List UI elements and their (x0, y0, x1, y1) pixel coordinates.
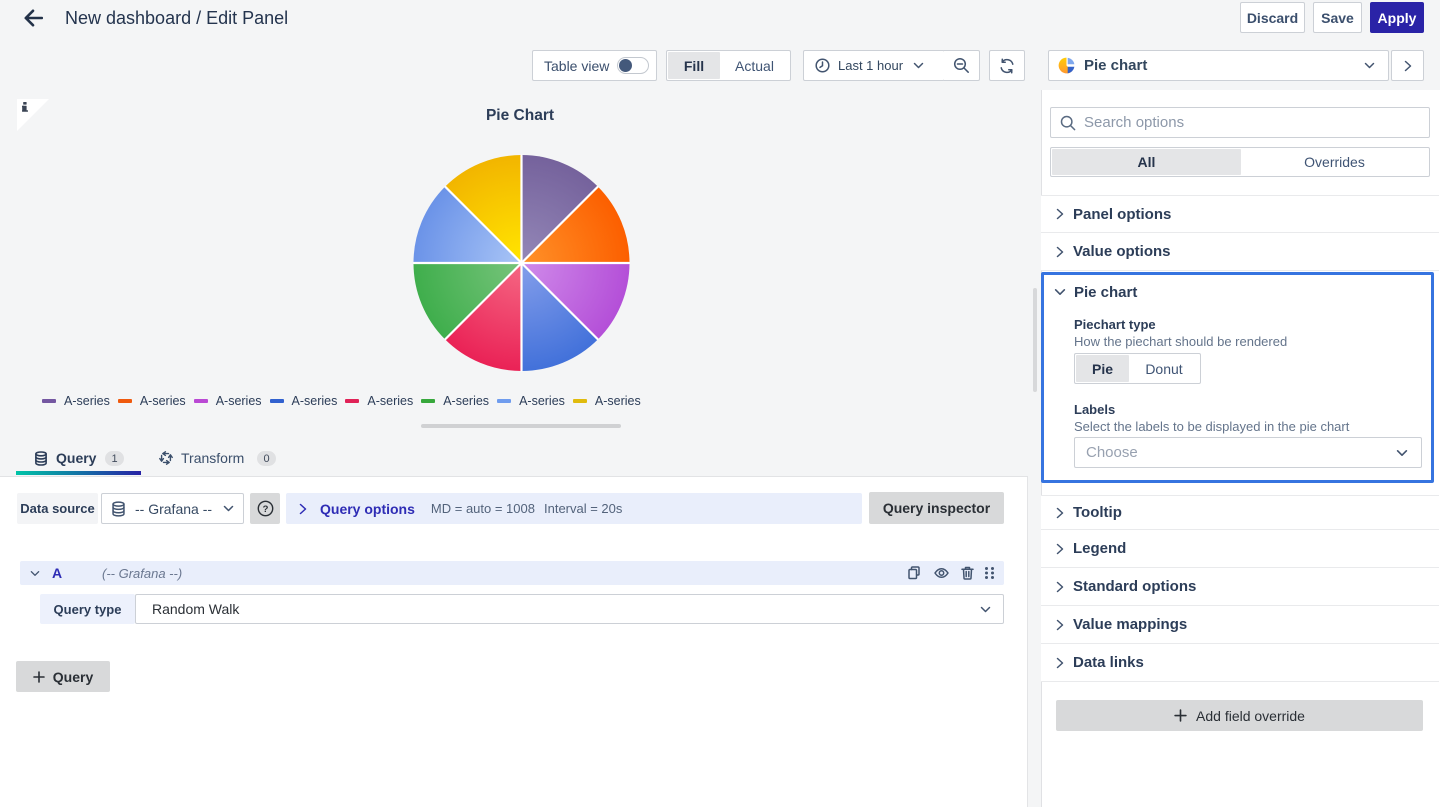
svg-text:?: ? (262, 504, 268, 515)
